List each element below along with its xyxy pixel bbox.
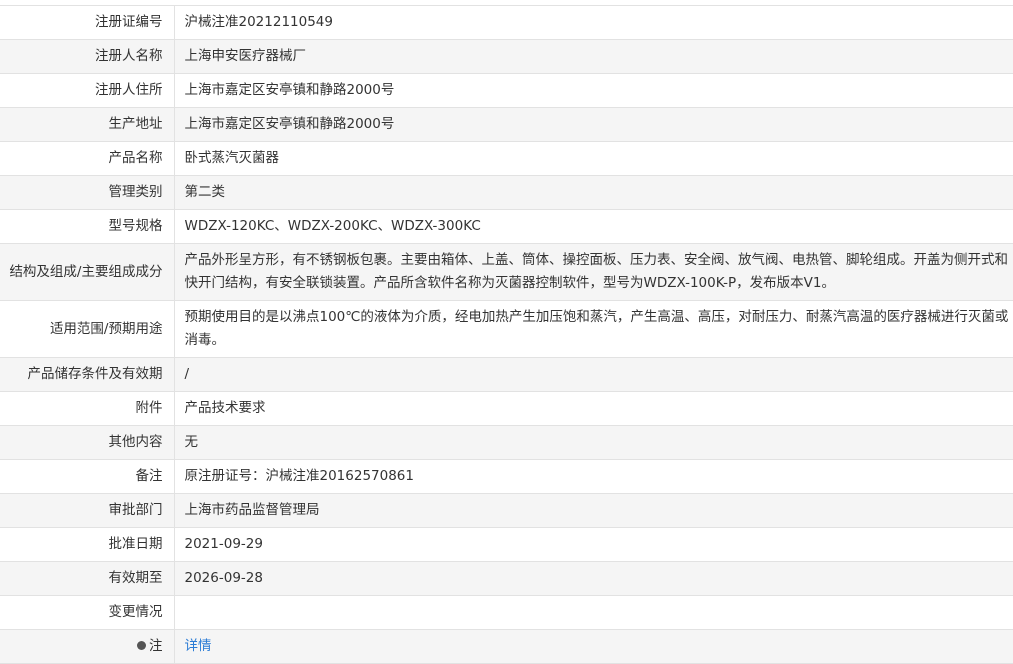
registration-detail-table: 注册证编号 沪械注准20212110549 注册人名称 上海申安医疗器械厂 注册人住… <box>0 5 1013 664</box>
table-row: 适用范围/预期用途 预期使用目的是以沸点100℃的液体为介质，经电加热产生加压饱和… <box>0 300 1013 358</box>
row-value: 产品技术要求 <box>174 391 1013 426</box>
row-value <box>174 595 1013 630</box>
row-value: 2021-09-29 <box>174 527 1013 562</box>
row-label: 批准日期 <box>0 527 175 562</box>
row-label: 产品储存条件及有效期 <box>0 357 175 392</box>
details-link[interactable]: 详情 <box>185 638 212 654</box>
row-value: / <box>174 357 1013 392</box>
table-row: 变更情况 <box>0 595 1013 630</box>
row-value: 沪械注准20212110549 <box>174 5 1013 40</box>
row-label: 结构及组成/主要组成成分 <box>0 243 175 301</box>
row-label: 适用范围/预期用途 <box>0 300 175 358</box>
note-row: 注 详情 <box>0 629 1013 664</box>
table-row: 附件 产品技术要求 <box>0 391 1013 426</box>
row-label: 变更情况 <box>0 595 175 630</box>
row-label: 附件 <box>0 391 175 426</box>
table-row: 注册证编号 沪械注准20212110549 <box>0 5 1013 40</box>
row-label: 产品名称 <box>0 141 175 176</box>
table-row: 产品储存条件及有效期 / <box>0 357 1013 392</box>
note-label-cell: 注 <box>0 629 175 664</box>
row-value: 2026-09-28 <box>174 561 1013 596</box>
row-label: 备注 <box>0 459 175 494</box>
table-row: 产品名称 卧式蒸汽灭菌器 <box>0 141 1013 176</box>
table-row: 生产地址 上海市嘉定区安亭镇和静路2000号 <box>0 107 1013 142</box>
table-row: 备注 原注册证号：沪械注准20162570861 <box>0 459 1013 494</box>
row-value: 上海申安医疗器械厂 <box>174 39 1013 74</box>
row-label: 注册人名称 <box>0 39 175 74</box>
row-value: 产品外形呈方形，有不锈钢板包裹。主要由箱体、上盖、筒体、操控面板、压力表、安全阀… <box>174 243 1013 301</box>
row-label: 生产地址 <box>0 107 175 142</box>
row-value: WDZX-120KC、WDZX-200KC、WDZX-300KC <box>174 209 1013 244</box>
table-row: 审批部门 上海市药品监督管理局 <box>0 493 1013 528</box>
table-row: 注册人住所 上海市嘉定区安亭镇和静路2000号 <box>0 73 1013 108</box>
table-row: 结构及组成/主要组成成分 产品外形呈方形，有不锈钢板包裹。主要由箱体、上盖、筒体、… <box>0 243 1013 301</box>
row-label: 审批部门 <box>0 493 175 528</box>
row-value: 上海市药品监督管理局 <box>174 493 1013 528</box>
row-value: 预期使用目的是以沸点100℃的液体为介质，经电加热产生加压饱和蒸汽，产生高温、高… <box>174 300 1013 358</box>
table-row: 管理类别 第二类 <box>0 175 1013 210</box>
row-value: 第二类 <box>174 175 1013 210</box>
row-value: 上海市嘉定区安亭镇和静路2000号 <box>174 107 1013 142</box>
row-label: 其他内容 <box>0 425 175 460</box>
table-row: 批准日期 2021-09-29 <box>0 527 1013 562</box>
row-value: 原注册证号：沪械注准20162570861 <box>174 459 1013 494</box>
table-row: 型号规格 WDZX-120KC、WDZX-200KC、WDZX-300KC <box>0 209 1013 244</box>
note-label: 注 <box>149 638 163 654</box>
row-label: 有效期至 <box>0 561 175 596</box>
row-label: 注册证编号 <box>0 5 175 40</box>
dot-icon <box>137 640 146 650</box>
table-row: 其他内容无 <box>0 425 1013 460</box>
row-value: 无 <box>174 425 1013 460</box>
table-row: 有效期至 2026-09-28 <box>0 561 1013 596</box>
table-row: 注册人名称 上海申安医疗器械厂 <box>0 39 1013 74</box>
note-value-cell: 详情 <box>174 629 1013 664</box>
row-value: 上海市嘉定区安亭镇和静路2000号 <box>174 73 1013 108</box>
row-label: 管理类别 <box>0 175 175 210</box>
row-label: 型号规格 <box>0 209 175 244</box>
row-label: 注册人住所 <box>0 73 175 108</box>
row-value: 卧式蒸汽灭菌器 <box>174 141 1013 176</box>
